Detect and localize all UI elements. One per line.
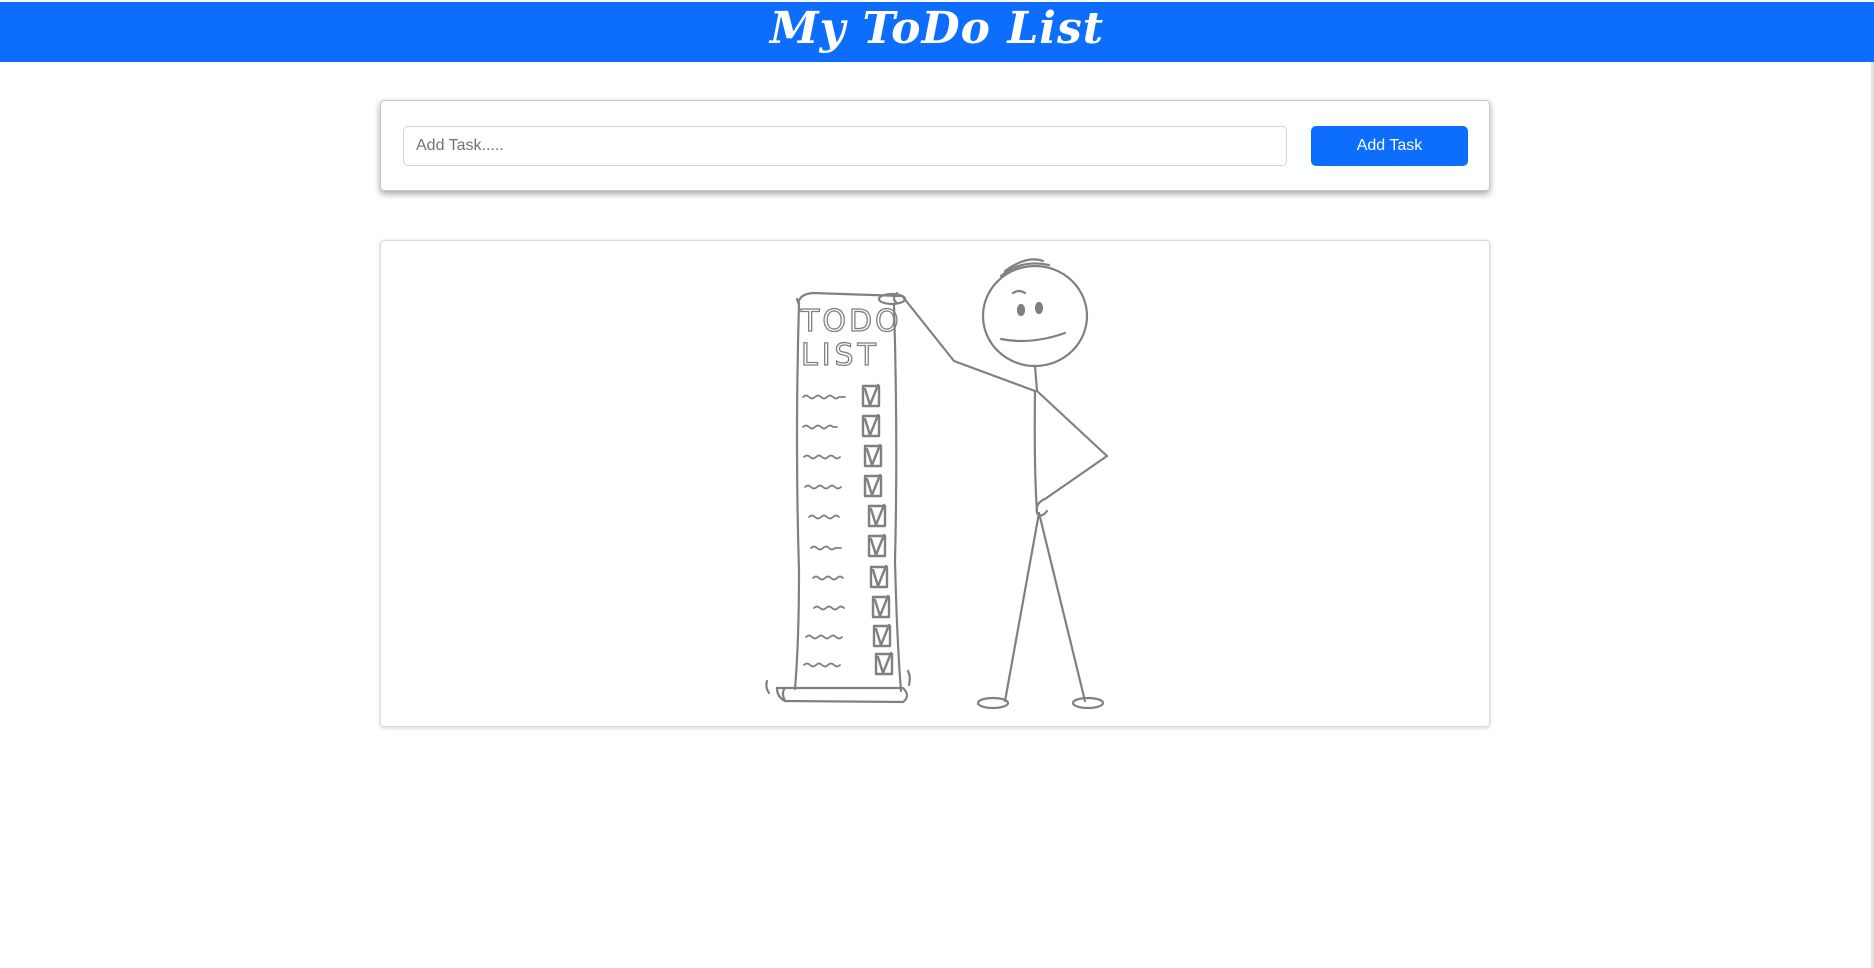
scroll-heading-todo: TODO — [800, 304, 902, 339]
empty-state-card: TODO LIST — [380, 240, 1490, 727]
page-title: My ToDo List — [769, 3, 1105, 54]
stickman-icon — [894, 259, 1107, 708]
add-task-card: Add Task — [380, 100, 1490, 191]
app-header: My ToDo List — [0, 0, 1874, 62]
add-task-input[interactable] — [403, 126, 1287, 166]
add-task-button[interactable]: Add Task — [1311, 126, 1468, 166]
stickman-todo-illustration: TODO LIST — [381, 241, 1491, 728]
scroll-heading-list: LIST — [801, 338, 880, 373]
